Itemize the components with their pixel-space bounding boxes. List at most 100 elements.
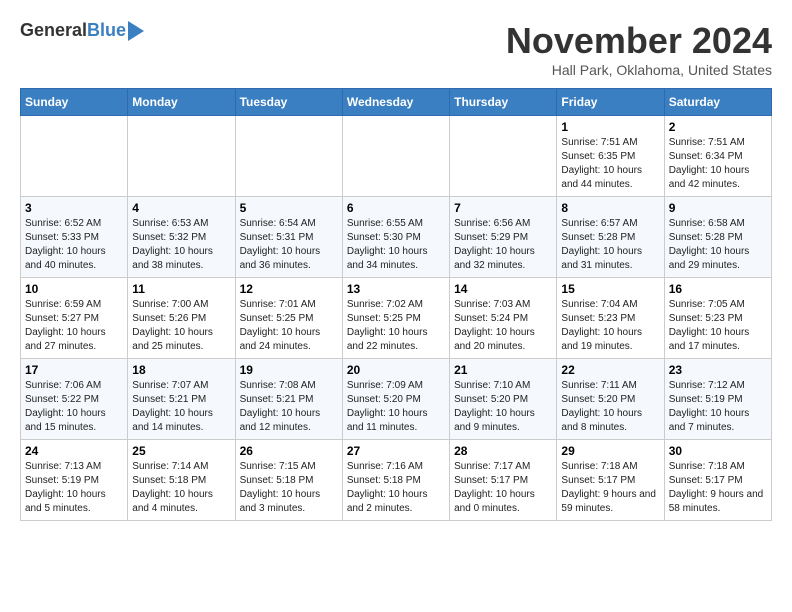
day-number: 29 <box>561 444 659 458</box>
day-info: Sunrise: 7:00 AM Sunset: 5:26 PM Dayligh… <box>132 298 230 354</box>
day-number: 28 <box>454 444 552 458</box>
calendar-cell: 6 Sunrise: 6:55 AM Sunset: 5:30 PM Daylig… <box>342 197 449 278</box>
month-title: November 2024 <box>506 20 772 62</box>
calendar-cell: 9 Sunrise: 6:58 AM Sunset: 5:28 PM Daylig… <box>664 197 771 278</box>
day-number: 6 <box>347 201 445 215</box>
day-number: 13 <box>347 282 445 296</box>
day-number: 9 <box>669 201 767 215</box>
day-info: Sunrise: 7:13 AM Sunset: 5:19 PM Dayligh… <box>25 460 123 516</box>
calendar-cell: 5 Sunrise: 6:54 AM Sunset: 5:31 PM Daylig… <box>235 197 342 278</box>
day-info: Sunrise: 7:16 AM Sunset: 5:18 PM Dayligh… <box>347 460 445 516</box>
day-number: 18 <box>132 363 230 377</box>
calendar-cell: 30 Sunrise: 7:18 AM Sunset: 5:17 PM Dayli… <box>664 440 771 521</box>
day-info: Sunrise: 6:55 AM Sunset: 5:30 PM Dayligh… <box>347 217 445 273</box>
day-of-week-header: Wednesday <box>342 89 449 116</box>
calendar-cell: 28 Sunrise: 7:17 AM Sunset: 5:17 PM Dayli… <box>450 440 557 521</box>
day-of-week-header: Friday <box>557 89 664 116</box>
calendar-cell <box>21 116 128 197</box>
calendar-header-row: SundayMondayTuesdayWednesdayThursdayFrid… <box>21 89 772 116</box>
calendar-cell: 23Sunrise: 7:12 AM Sunset: 5:19 PM Dayli… <box>664 359 771 440</box>
calendar-cell: 8 Sunrise: 6:57 AM Sunset: 5:28 PM Daylig… <box>557 197 664 278</box>
day-info: Sunrise: 7:51 AM Sunset: 6:35 PM Dayligh… <box>561 136 659 192</box>
logo-arrow-icon <box>128 21 144 41</box>
calendar-cell: 1 Sunrise: 7:51 AM Sunset: 6:35 PM Daylig… <box>557 116 664 197</box>
day-number: 7 <box>454 201 552 215</box>
day-info: Sunrise: 7:17 AM Sunset: 5:17 PM Dayligh… <box>454 460 552 516</box>
day-info: Sunrise: 7:18 AM Sunset: 5:17 PM Dayligh… <box>669 460 767 516</box>
calendar-cell: 10 Sunrise: 6:59 AM Sunset: 5:27 PM Dayli… <box>21 278 128 359</box>
day-of-week-header: Thursday <box>450 89 557 116</box>
day-info: Sunrise: 7:03 AM Sunset: 5:24 PM Dayligh… <box>454 298 552 354</box>
calendar-cell: 17Sunrise: 7:06 AM Sunset: 5:22 PM Dayli… <box>21 359 128 440</box>
day-info: Sunrise: 7:05 AM Sunset: 5:23 PM Dayligh… <box>669 298 767 354</box>
day-number: 12 <box>240 282 338 296</box>
day-number: 1 <box>561 120 659 134</box>
day-info: Sunrise: 7:15 AM Sunset: 5:18 PM Dayligh… <box>240 460 338 516</box>
day-number: 27 <box>347 444 445 458</box>
day-info: Sunrise: 7:12 AM Sunset: 5:19 PM Dayligh… <box>669 379 767 435</box>
logo-general-text: General <box>20 20 87 41</box>
day-info: Sunrise: 6:56 AM Sunset: 5:29 PM Dayligh… <box>454 217 552 273</box>
day-number: 21 <box>454 363 552 377</box>
calendar-cell: 20 Sunrise: 7:09 AM Sunset: 5:20 PM Dayli… <box>342 359 449 440</box>
day-number: 24 <box>25 444 123 458</box>
day-info: Sunrise: 7:06 AM Sunset: 5:22 PM Dayligh… <box>25 379 123 435</box>
day-number: 14 <box>454 282 552 296</box>
logo-blue-text: Blue <box>87 20 126 41</box>
calendar-cell: 12 Sunrise: 7:01 AM Sunset: 5:25 PM Dayli… <box>235 278 342 359</box>
day-number: 10 <box>25 282 123 296</box>
day-info: Sunrise: 7:01 AM Sunset: 5:25 PM Dayligh… <box>240 298 338 354</box>
calendar-cell: 24 Sunrise: 7:13 AM Sunset: 5:19 PM Dayli… <box>21 440 128 521</box>
day-number: 8 <box>561 201 659 215</box>
calendar-cell <box>128 116 235 197</box>
day-info: Sunrise: 7:08 AM Sunset: 5:21 PM Dayligh… <box>240 379 338 435</box>
day-info: Sunrise: 6:59 AM Sunset: 5:27 PM Dayligh… <box>25 298 123 354</box>
calendar-cell: 7 Sunrise: 6:56 AM Sunset: 5:29 PM Daylig… <box>450 197 557 278</box>
day-number: 20 <box>347 363 445 377</box>
page-header: General Blue November 2024 Hall Park, Ok… <box>20 20 772 78</box>
calendar-table: SundayMondayTuesdayWednesdayThursdayFrid… <box>20 88 772 521</box>
calendar-cell: 18Sunrise: 7:07 AM Sunset: 5:21 PM Dayli… <box>128 359 235 440</box>
day-number: 5 <box>240 201 338 215</box>
calendar-cell: 25Sunrise: 7:14 AM Sunset: 5:18 PM Dayli… <box>128 440 235 521</box>
day-info: Sunrise: 6:54 AM Sunset: 5:31 PM Dayligh… <box>240 217 338 273</box>
calendar-cell: 2Sunrise: 7:51 AM Sunset: 6:34 PM Daylig… <box>664 116 771 197</box>
day-of-week-header: Sunday <box>21 89 128 116</box>
day-of-week-header: Saturday <box>664 89 771 116</box>
day-number: 4 <box>132 201 230 215</box>
calendar-week-row: 1 Sunrise: 7:51 AM Sunset: 6:35 PM Daylig… <box>21 116 772 197</box>
calendar-cell: 22Sunrise: 7:11 AM Sunset: 5:20 PM Dayli… <box>557 359 664 440</box>
calendar-cell: 4 Sunrise: 6:53 AM Sunset: 5:32 PM Daylig… <box>128 197 235 278</box>
day-info: Sunrise: 7:02 AM Sunset: 5:25 PM Dayligh… <box>347 298 445 354</box>
day-info: Sunrise: 7:18 AM Sunset: 5:17 PM Dayligh… <box>561 460 659 516</box>
day-info: Sunrise: 6:53 AM Sunset: 5:32 PM Dayligh… <box>132 217 230 273</box>
day-info: Sunrise: 6:58 AM Sunset: 5:28 PM Dayligh… <box>669 217 767 273</box>
calendar-cell: 11Sunrise: 7:00 AM Sunset: 5:26 PM Dayli… <box>128 278 235 359</box>
calendar-cell <box>235 116 342 197</box>
day-info: Sunrise: 7:10 AM Sunset: 5:20 PM Dayligh… <box>454 379 552 435</box>
day-number: 19 <box>240 363 338 377</box>
day-number: 15 <box>561 282 659 296</box>
day-info: Sunrise: 7:04 AM Sunset: 5:23 PM Dayligh… <box>561 298 659 354</box>
day-of-week-header: Monday <box>128 89 235 116</box>
calendar-cell: 26 Sunrise: 7:15 AM Sunset: 5:18 PM Dayli… <box>235 440 342 521</box>
day-number: 30 <box>669 444 767 458</box>
location-subtitle: Hall Park, Oklahoma, United States <box>506 62 772 78</box>
day-number: 2 <box>669 120 767 134</box>
calendar-cell: 16Sunrise: 7:05 AM Sunset: 5:23 PM Dayli… <box>664 278 771 359</box>
day-of-week-header: Tuesday <box>235 89 342 116</box>
logo: General Blue <box>20 20 144 41</box>
day-info: Sunrise: 6:57 AM Sunset: 5:28 PM Dayligh… <box>561 217 659 273</box>
day-number: 26 <box>240 444 338 458</box>
calendar-cell: 15 Sunrise: 7:04 AM Sunset: 5:23 PM Dayli… <box>557 278 664 359</box>
calendar-cell: 27 Sunrise: 7:16 AM Sunset: 5:18 PM Dayli… <box>342 440 449 521</box>
day-number: 3 <box>25 201 123 215</box>
calendar-week-row: 10 Sunrise: 6:59 AM Sunset: 5:27 PM Dayli… <box>21 278 772 359</box>
calendar-cell <box>450 116 557 197</box>
calendar-week-row: 24 Sunrise: 7:13 AM Sunset: 5:19 PM Dayli… <box>21 440 772 521</box>
day-info: Sunrise: 7:11 AM Sunset: 5:20 PM Dayligh… <box>561 379 659 435</box>
calendar-cell: 19 Sunrise: 7:08 AM Sunset: 5:21 PM Dayli… <box>235 359 342 440</box>
day-info: Sunrise: 7:09 AM Sunset: 5:20 PM Dayligh… <box>347 379 445 435</box>
day-info: Sunrise: 7:14 AM Sunset: 5:18 PM Dayligh… <box>132 460 230 516</box>
calendar-cell: 3Sunrise: 6:52 AM Sunset: 5:33 PM Daylig… <box>21 197 128 278</box>
